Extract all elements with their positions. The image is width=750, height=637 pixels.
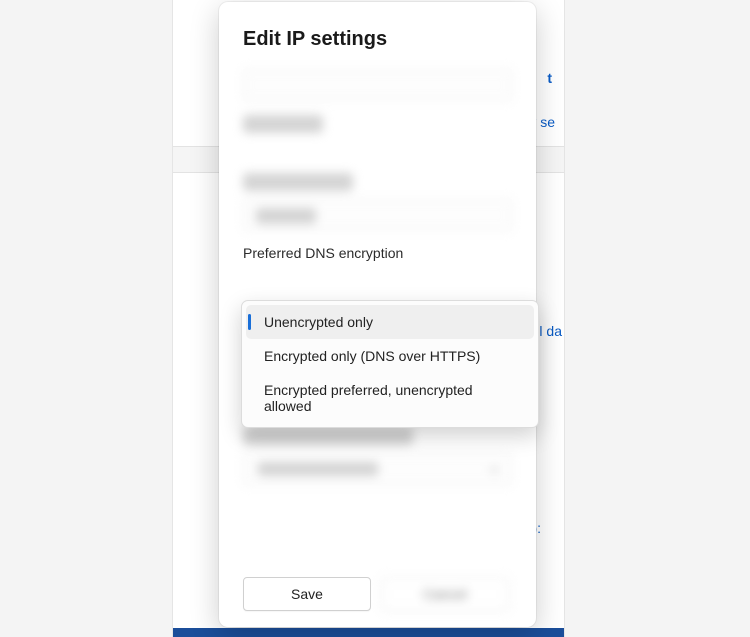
redacted-field-group: [243, 69, 512, 231]
redacted-label: [243, 173, 353, 191]
save-button[interactable]: Save: [243, 577, 371, 611]
bg-window-title: t: [547, 70, 552, 86]
cancel-button[interactable]: Cancel: [381, 577, 509, 611]
option-encrypted-preferred[interactable]: Encrypted preferred, unencrypted allowed: [246, 373, 534, 423]
dialog-title: Edit IP settings: [243, 28, 512, 51]
preferred-dns-encryption-label: Preferred DNS encryption: [243, 245, 512, 261]
option-unencrypted-only[interactable]: Unencrypted only: [246, 305, 534, 339]
ip-assignment-select[interactable]: [243, 69, 512, 101]
preferred-dns-encryption-dropdown[interactable]: Unencrypted only Encrypted only (DNS ove…: [241, 300, 539, 428]
alternate-dns-encryption-select[interactable]: [243, 453, 512, 485]
redacted-label: [243, 427, 413, 445]
option-encrypted-only[interactable]: Encrypted only (DNS over HTTPS): [246, 339, 534, 373]
taskbar: [173, 628, 564, 637]
preferred-dns-input[interactable]: [243, 199, 512, 231]
redacted-label: [243, 115, 323, 133]
redacted-value: [258, 462, 378, 476]
redacted-value: [256, 208, 316, 224]
dialog-footer: Save Cancel: [243, 577, 512, 611]
